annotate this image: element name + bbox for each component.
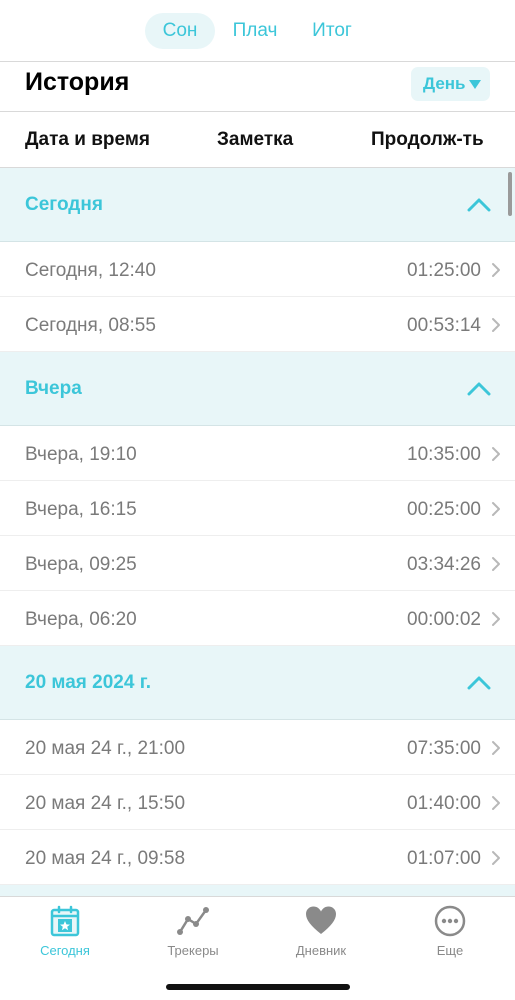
tab-crying[interactable]: Плач — [226, 13, 284, 49]
tab-trackers[interactable]: Трекеры — [129, 897, 257, 967]
history-header: История День — [0, 62, 515, 112]
tab-sleep[interactable]: Сон — [145, 13, 215, 49]
section-title: 20 мая 2024 г. — [25, 672, 151, 693]
entry-datetime: Вчера, 09:25 — [25, 554, 137, 575]
entry-duration: 00:25:00 — [407, 499, 481, 520]
chevron-right-icon — [492, 612, 500, 626]
scrollbar[interactable] — [508, 172, 512, 216]
section-header-date[interactable]: 20 мая 2024 г. — [0, 646, 515, 720]
tab-diary[interactable]: Дневник — [257, 897, 385, 967]
column-datetime: Дата и время — [25, 129, 150, 150]
list-item[interactable]: Вчера, 19:10 10:35:00 — [0, 426, 515, 481]
column-note: Заметка — [217, 129, 294, 150]
list-item[interactable]: 20 мая 24 г., 21:00 07:35:00 — [0, 720, 515, 775]
section-title: Сегодня — [25, 194, 103, 215]
list-item[interactable]: Сегодня, 12:40 01:25:00 — [0, 242, 515, 297]
entry-datetime: 20 мая 24 г., 21:00 — [25, 738, 186, 759]
chevron-right-icon — [492, 557, 500, 571]
list-item[interactable]: 20 мая 24 г., 09:58 01:07:00 — [0, 830, 515, 885]
entry-datetime: Вчера, 19:10 — [25, 444, 137, 465]
chart-line-icon — [177, 907, 209, 935]
entry-duration: 01:40:00 — [407, 793, 481, 814]
entry-duration: 07:35:00 — [407, 738, 481, 759]
chevron-right-icon — [492, 263, 500, 277]
history-list[interactable]: Сегодня Сегодня, 12:40 01:25:00 Сегодня,… — [0, 168, 515, 896]
entry-duration: 03:34:26 — [407, 554, 481, 575]
entry-datetime: Вчера, 06:20 — [25, 609, 137, 630]
home-indicator — [166, 984, 350, 990]
entry-datetime: Вчера, 16:15 — [25, 499, 137, 520]
entry-datetime: Сегодня, 08:55 — [25, 315, 156, 336]
list-item[interactable]: Сегодня, 08:55 00:53:14 — [0, 297, 515, 352]
chevron-right-icon — [492, 318, 500, 332]
tab-today[interactable]: Сегодня — [1, 897, 129, 967]
list-item[interactable]: Вчера, 16:15 00:25:00 — [0, 481, 515, 536]
chevron-right-icon — [492, 741, 500, 755]
list-item[interactable]: 20 мая 24 г., 15:50 01:40:00 — [0, 775, 515, 830]
chevron-right-icon — [492, 447, 500, 461]
entry-duration: 10:35:00 — [407, 444, 481, 465]
tab-more[interactable]: Еще — [386, 897, 514, 967]
bottom-tab-bar: Сегодня Трекеры Дневник Еще — [0, 896, 515, 1000]
period-dropdown[interactable]: День — [411, 67, 490, 101]
tab-label: Сегодня — [40, 943, 90, 958]
list-item[interactable]: Вчера, 06:20 00:00:02 — [0, 591, 515, 646]
tab-label: Дневник — [295, 943, 347, 958]
chevron-up-icon[interactable] — [467, 380, 491, 396]
tab-label: Трекеры — [167, 943, 219, 958]
chevron-right-icon — [492, 851, 500, 865]
entry-duration: 00:00:02 — [407, 609, 481, 630]
top-tab-bar: Сон Плач Итог — [0, 0, 515, 62]
heart-icon — [306, 906, 336, 934]
entry-datetime: 20 мая 24 г., 09:58 — [25, 848, 186, 869]
period-label: День — [423, 74, 466, 93]
section-header-next[interactable] — [0, 885, 515, 896]
chevron-up-icon[interactable] — [467, 674, 491, 690]
column-headers: Дата и время Заметка Продолж-ть — [0, 112, 515, 168]
tab-summary[interactable]: Итог — [302, 13, 362, 49]
entry-datetime: 20 мая 24 г., 15:50 — [25, 793, 186, 814]
dropdown-triangle-icon — [469, 80, 481, 89]
entry-datetime: Сегодня, 12:40 — [25, 260, 156, 281]
section-header-today[interactable]: Сегодня — [0, 168, 515, 242]
chevron-up-icon[interactable] — [467, 196, 491, 212]
column-duration: Продолж-ть — [371, 129, 484, 150]
section-header-yesterday[interactable]: Вчера — [0, 352, 515, 426]
history-title: История — [25, 68, 130, 96]
entry-duration: 01:25:00 — [407, 260, 481, 281]
chevron-right-icon — [492, 796, 500, 810]
entry-duration: 00:53:14 — [407, 315, 481, 336]
more-icon — [434, 905, 466, 937]
section-title: Вчера — [25, 378, 82, 399]
entry-duration: 01:07:00 — [407, 848, 481, 869]
list-item[interactable]: Вчера, 09:25 03:34:26 — [0, 536, 515, 591]
tab-label: Еще — [436, 943, 464, 958]
calendar-star-icon — [50, 905, 80, 937]
chevron-right-icon — [492, 502, 500, 516]
